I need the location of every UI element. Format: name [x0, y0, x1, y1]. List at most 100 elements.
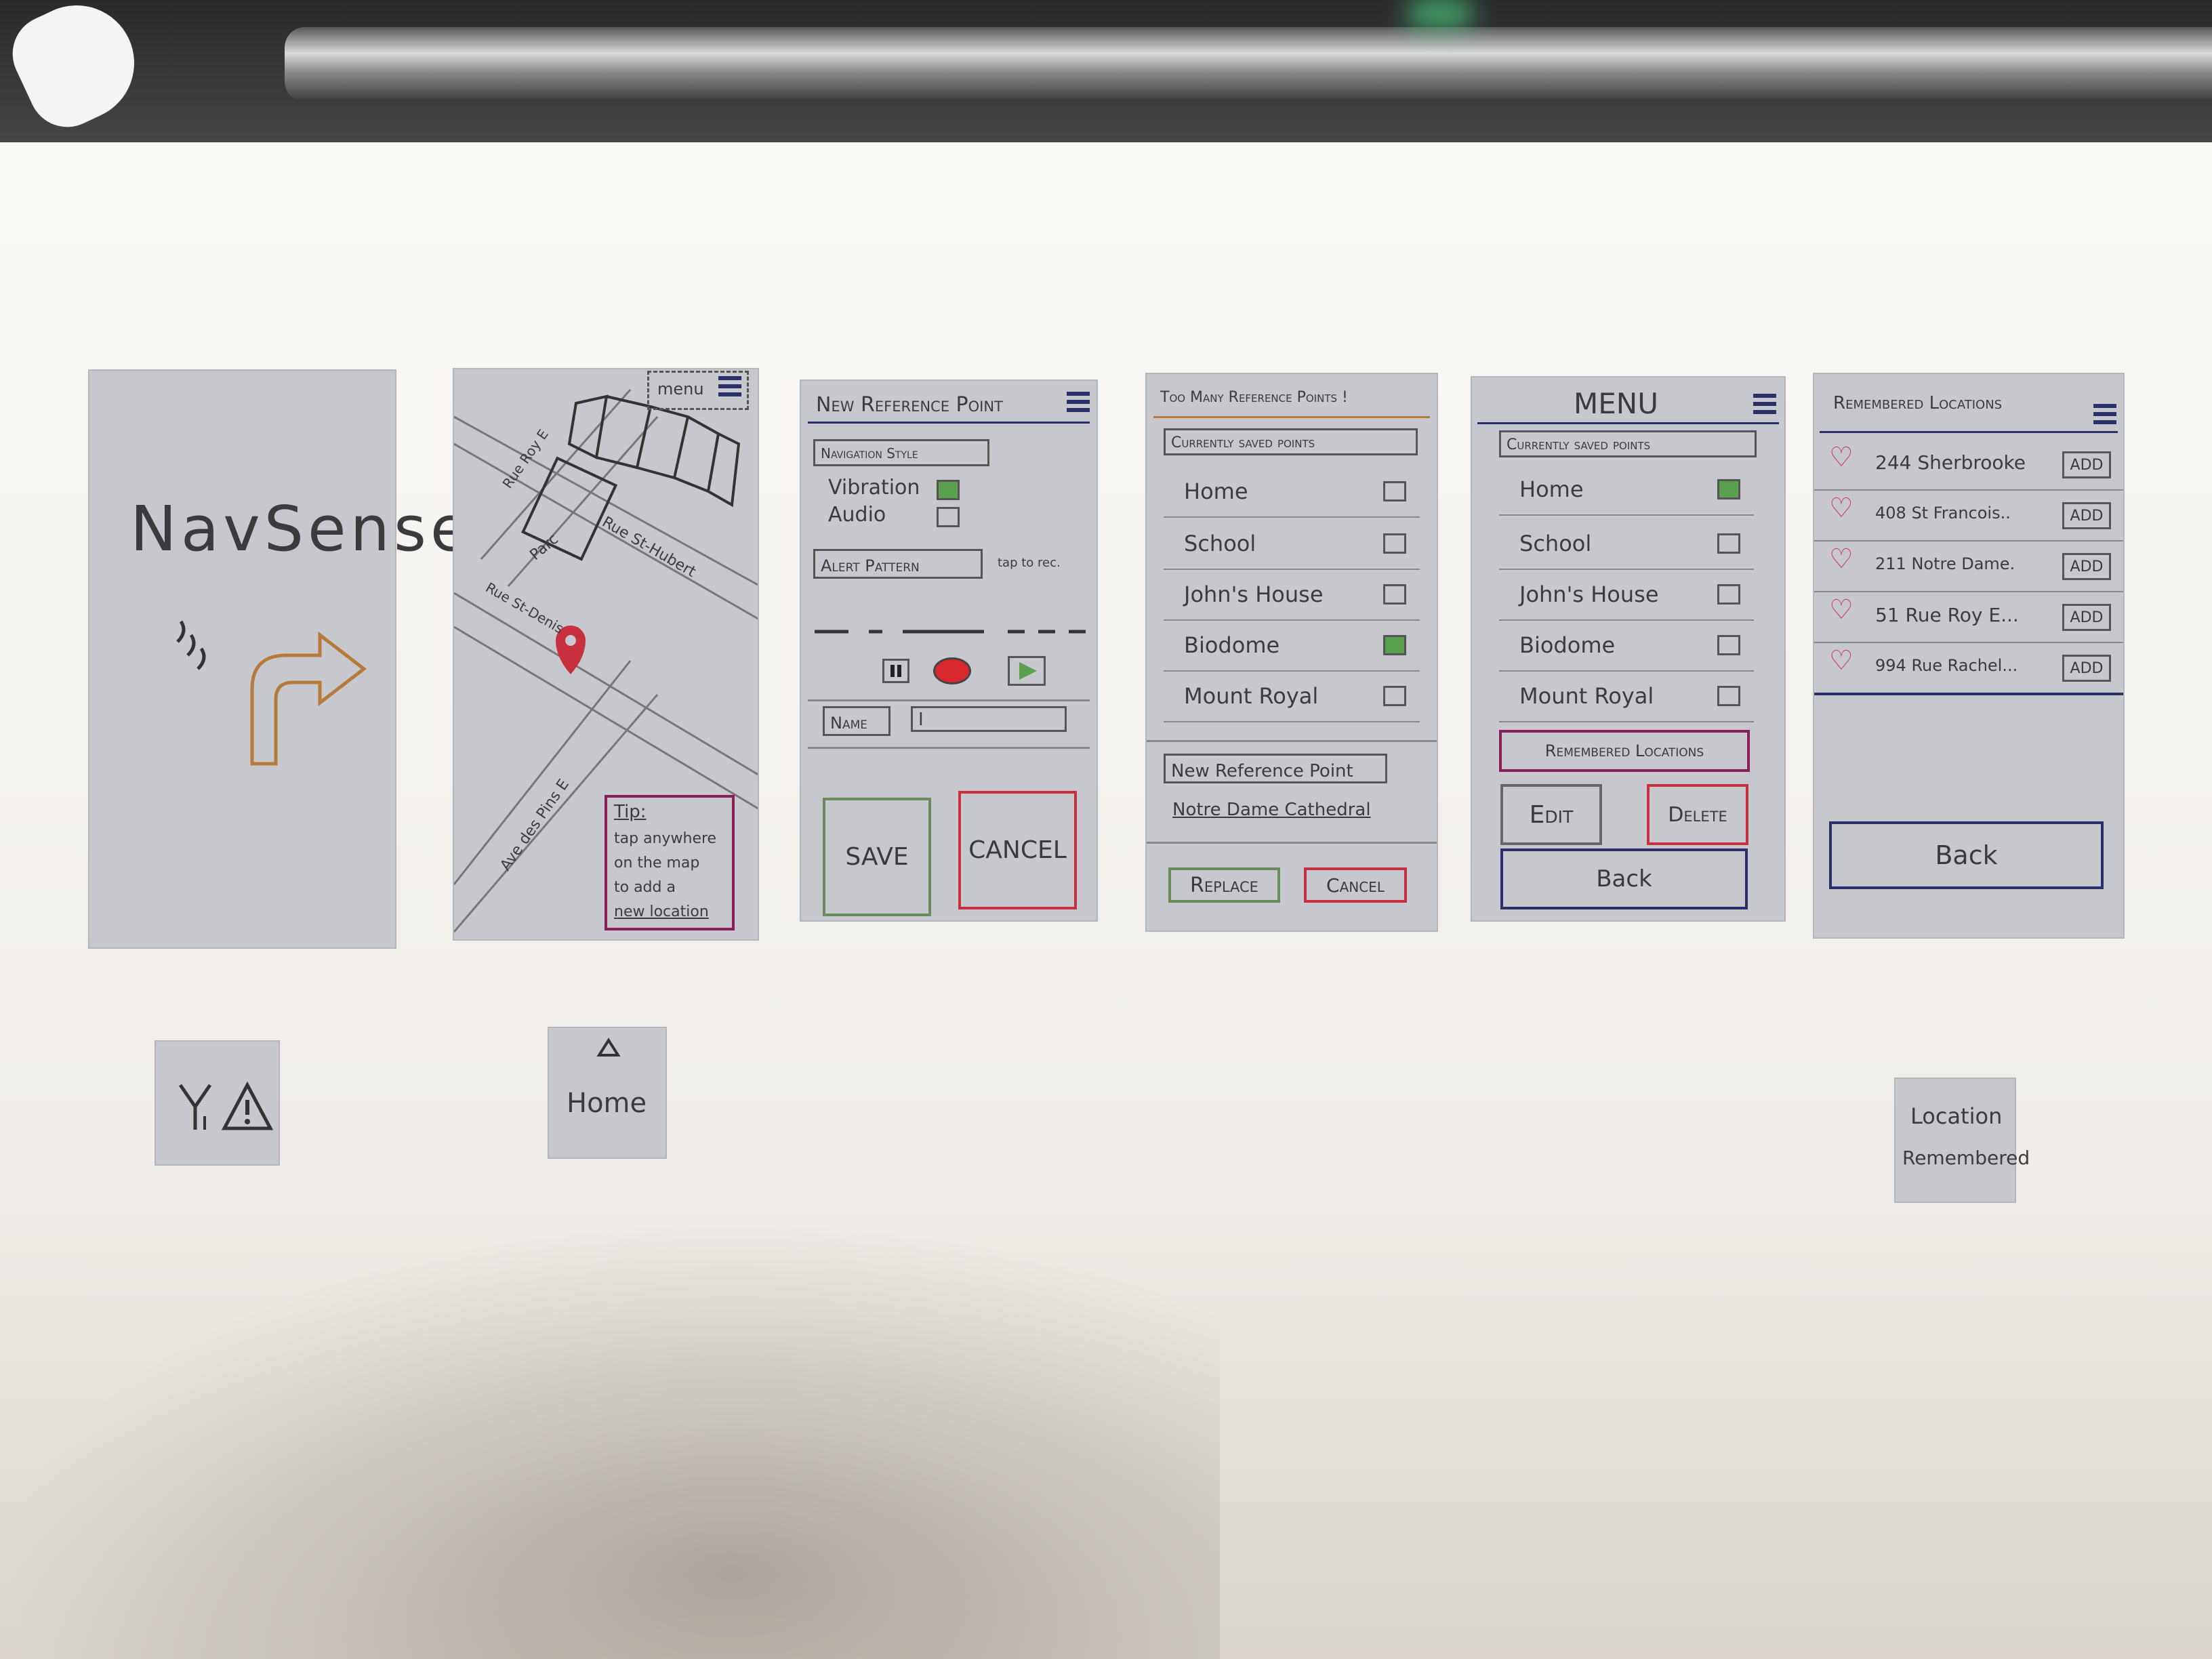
saved-point-row[interactable]: Biodome [1164, 621, 1420, 672]
audio-checkbox[interactable] [937, 507, 960, 527]
tip-title: Tip: [614, 802, 647, 822]
saved-point-checkbox[interactable] [1717, 479, 1740, 499]
remembered-location-row[interactable]: ♡ 211 Notre Dame. ADD [1814, 544, 2123, 592]
alert-pattern-button[interactable]: Alert Pattern [813, 549, 983, 579]
saved-point-row[interactable]: Mount Royal [1499, 672, 1754, 722]
saved-point-checkbox[interactable] [1717, 584, 1740, 605]
location-label: Location [1910, 1103, 2003, 1129]
navigation-alert-popup [155, 1040, 280, 1166]
pause-button[interactable] [882, 659, 909, 683]
background-wall [0, 0, 2212, 152]
saved-point-checkbox[interactable] [1383, 533, 1406, 554]
saved-point-checkbox[interactable] [1383, 635, 1406, 655]
heart-icon[interactable]: ♡ [1829, 544, 1853, 575]
new-reference-screen: New Reference Point Navigation Style Vib… [800, 380, 1098, 922]
hamburger-icon[interactable] [1753, 394, 1776, 417]
tip-line-4: new location [614, 903, 709, 920]
guitar-pick [0, 0, 153, 140]
saved-points-label: Currently saved points [1499, 430, 1757, 457]
back-button[interactable]: Back [1829, 821, 2104, 889]
map-screen[interactable]: menu Rue Roy E Rue St-Hubert Rue St-Deni… [453, 368, 759, 941]
audio-label: Audio [828, 503, 886, 527]
saved-point-row[interactable]: John's House [1499, 571, 1754, 621]
screen-title: Remembered Locations [1833, 393, 2003, 413]
tap-to-record-hint: tap to rec. [998, 556, 1061, 570]
saved-point-row[interactable]: School [1499, 520, 1754, 570]
title-underline [808, 422, 1090, 424]
chrome-pipe [285, 27, 2212, 102]
saved-point-row[interactable]: Biodome [1499, 621, 1754, 672]
location-remembered-popup: Location Remembered [1894, 1078, 2030, 1203]
title-underline [1153, 416, 1430, 418]
replace-button[interactable]: Replace [1168, 867, 1280, 903]
title-underline [1820, 431, 2118, 433]
tip-line-2: on the map [614, 855, 700, 872]
heart-icon[interactable]: ♡ [1829, 442, 1853, 473]
saved-point-checkbox[interactable] [1717, 533, 1740, 554]
saved-point-row[interactable]: John's House [1164, 571, 1420, 621]
remembered-location-row[interactable]: ♡ 244 Sherbrooke ADD [1814, 442, 2123, 491]
home-label: Home [567, 1088, 647, 1119]
hamburger-icon[interactable] [2093, 404, 2116, 427]
saved-point-checkbox[interactable] [1383, 584, 1406, 605]
splash-screen: NavSense [88, 369, 468, 949]
home-popup: Home [548, 1027, 667, 1159]
remembered-screen: Remembered Locations ♡ 244 Sherbrooke AD… [1813, 373, 2125, 939]
navigation-style-label: Navigation Style [813, 439, 989, 466]
saved-points-label: Currently saved points [1164, 428, 1418, 455]
saved-point-checkbox[interactable] [1383, 481, 1406, 501]
remembered-label: Remembered [1902, 1147, 2030, 1169]
hamburger-icon[interactable] [718, 376, 741, 399]
play-button[interactable] [1008, 656, 1046, 686]
name-input[interactable]: I [911, 706, 1067, 732]
remembered-locations-button[interactable]: Remembered Locations [1499, 730, 1750, 772]
divider [1147, 842, 1437, 844]
add-button[interactable]: ADD [2062, 553, 2111, 580]
record-button[interactable] [933, 657, 971, 684]
saved-point-checkbox[interactable] [1717, 686, 1740, 706]
cancel-button[interactable]: Cancel [1304, 867, 1407, 903]
saved-point-checkbox[interactable] [1717, 635, 1740, 655]
heart-icon[interactable]: ♡ [1829, 594, 1853, 626]
app-title: NavSense [130, 493, 473, 565]
saved-point-row[interactable]: Mount Royal [1164, 672, 1420, 722]
save-button[interactable]: SAVE [823, 798, 931, 916]
vibration-checkbox[interactable] [937, 480, 960, 500]
tip-line-3: to add a [614, 879, 676, 896]
add-button[interactable]: ADD [2062, 502, 2111, 529]
divider [808, 699, 1090, 701]
remembered-location-row[interactable]: ♡ 994 Rue Rachel... ADD [1814, 645, 2123, 695]
screen-title: Too Many Reference Points ! [1160, 389, 1348, 406]
divider [808, 747, 1090, 749]
back-button[interactable]: Back [1500, 848, 1748, 909]
tip-line-1: tap anywhere [614, 830, 717, 847]
saved-point-row[interactable]: Home [1164, 468, 1420, 518]
tip-box: Tip: tap anywhere on the map to add a ne… [605, 795, 735, 930]
hamburger-icon[interactable] [1067, 392, 1090, 415]
signal-icon [178, 1084, 212, 1130]
triangle-up-icon [596, 1038, 621, 1057]
heart-icon[interactable]: ♡ [1829, 645, 1853, 676]
add-button[interactable]: ADD [2062, 655, 2111, 682]
saved-point-row[interactable]: School [1164, 520, 1420, 570]
menu-label: menu [657, 380, 704, 398]
screen-title: New Reference Point [816, 393, 1003, 417]
heart-icon[interactable]: ♡ [1829, 493, 1853, 524]
too-many-screen: Too Many Reference Points ! Currently sa… [1145, 373, 1438, 932]
title-underline [1477, 422, 1779, 424]
new-reference-label: New Reference Point [1164, 754, 1387, 783]
cancel-button[interactable]: CANCEL [958, 791, 1077, 909]
remembered-location-row[interactable]: ♡ 408 St Francois.. ADD [1814, 493, 2123, 541]
screen-title: MENU [1574, 387, 1658, 420]
green-light [1410, 0, 1471, 27]
alert-pattern-waveform [815, 630, 1086, 634]
delete-button[interactable]: Delete [1647, 784, 1748, 845]
remembered-location-row[interactable]: ♡ 51 Rue Roy E... ADD [1814, 594, 2123, 643]
saved-point-row[interactable]: Home [1499, 466, 1754, 516]
saved-point-checkbox[interactable] [1383, 686, 1406, 706]
add-button[interactable]: ADD [2062, 604, 2111, 631]
vibration-label: Vibration [828, 476, 920, 499]
play-icon [1019, 662, 1037, 680]
edit-button[interactable]: Edit [1500, 784, 1602, 845]
add-button[interactable]: ADD [2062, 451, 2111, 478]
